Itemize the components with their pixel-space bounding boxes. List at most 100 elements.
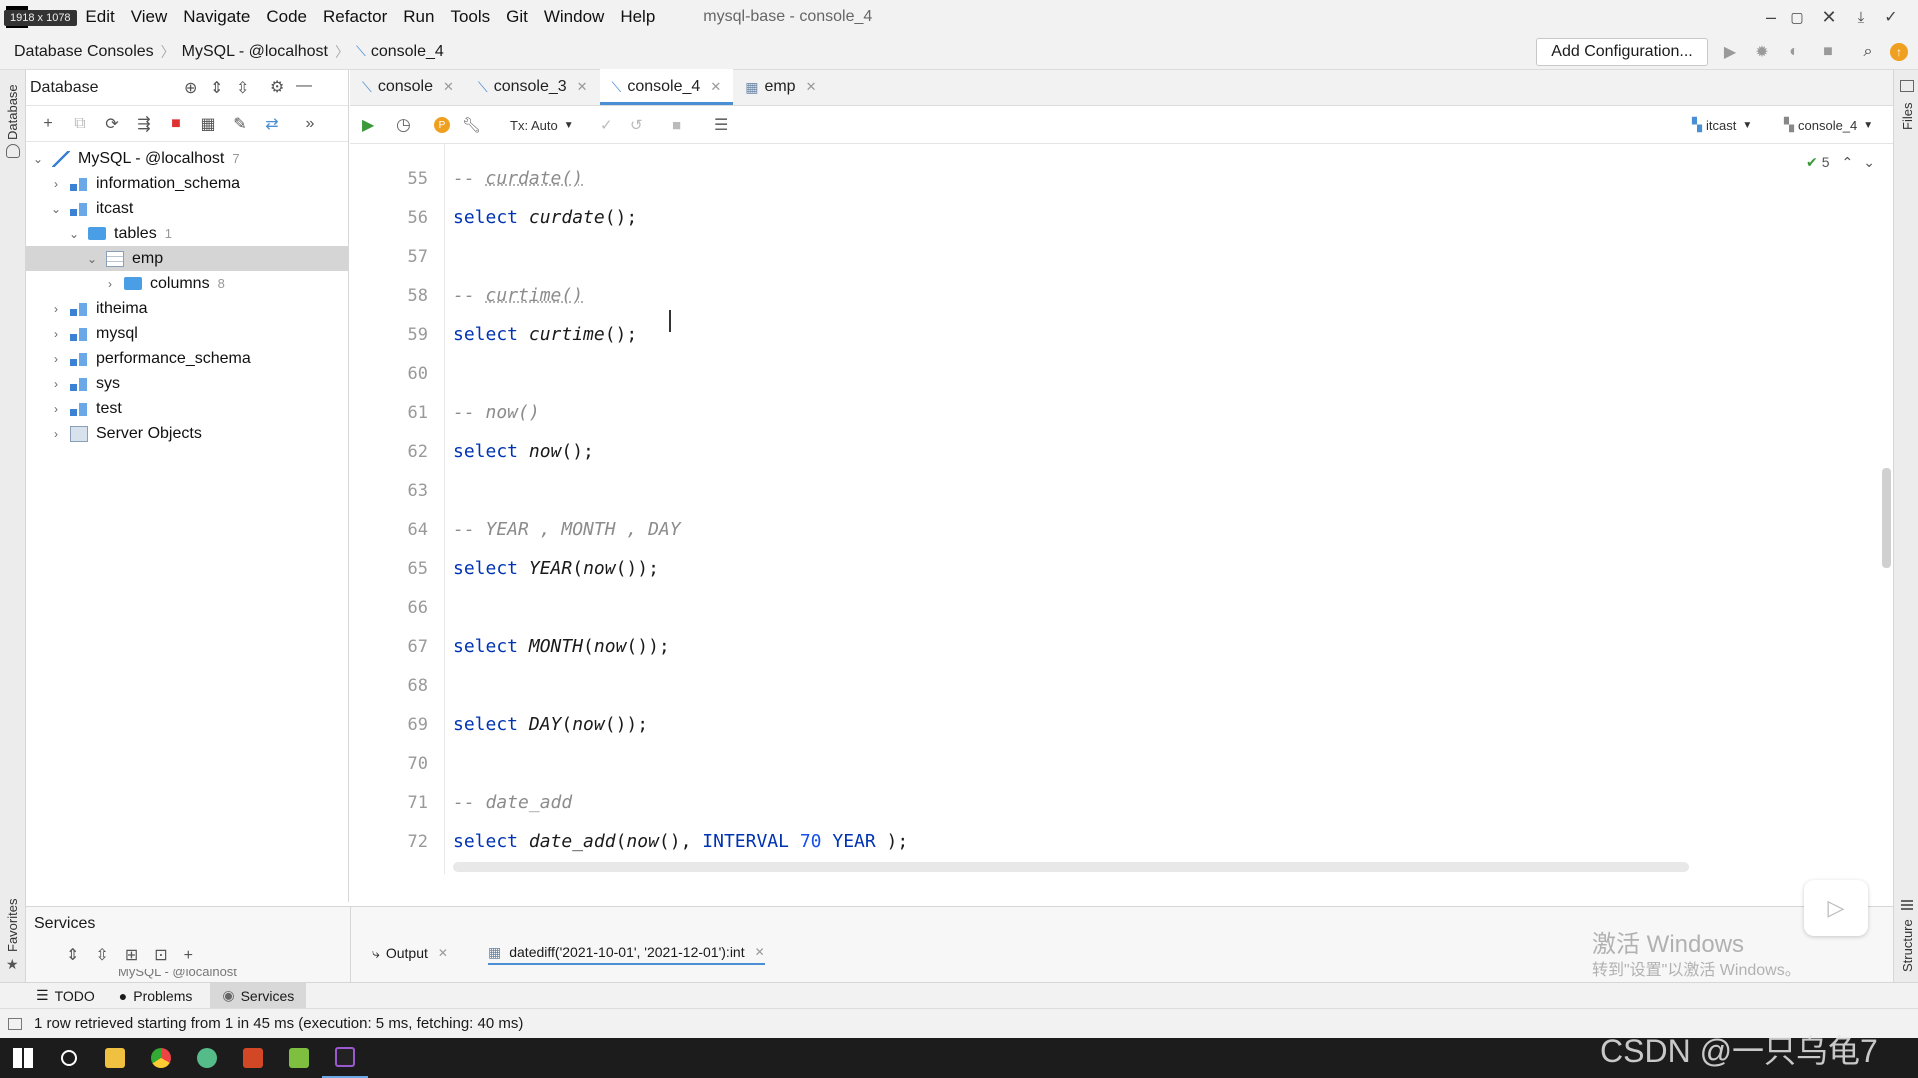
chevron-down-icon[interactable]: ⌄ [84,252,100,266]
menu-window[interactable]: Window [536,0,612,34]
tree-node-sys[interactable]: › sys [26,371,348,396]
tree-node-test[interactable]: › test [26,396,348,421]
menu-view[interactable]: View [123,0,176,34]
add-icon[interactable]: + [32,112,64,136]
duplicate-icon[interactable]: ⧉ [64,112,96,136]
chevron-right-icon[interactable]: › [48,377,64,391]
collapse-all-icon[interactable]: ⇳ [236,78,249,98]
table-icon[interactable]: ▦ [192,112,224,136]
services-tab-result[interactable]: ▦ datediff('2021-10-01', '2021-12-01'):in… [488,941,765,965]
close-tab-icon[interactable]: ✕ [806,79,817,95]
tool-tab-todo[interactable]: ☰ TODO [36,987,95,1004]
datagrip-icon[interactable] [322,1038,368,1078]
tree-node-information-schema[interactable]: › information_schema [26,171,348,196]
chevron-down-icon[interactable]: ⌄ [30,152,46,166]
tree-node-emp[interactable]: ⌄ emp [26,246,348,271]
cancel-icon[interactable]: ■ [672,115,681,135]
inspection-widget[interactable]: ✔ 5 ⌃ ⌄ [1806,152,1875,172]
services-tree-item[interactable]: MySQL - @localhost [118,969,237,981]
expand-all-icon[interactable]: ⇕ [66,947,95,964]
menu-refactor[interactable]: Refactor [315,0,395,34]
expand-all-icon[interactable]: ⇕ [210,78,223,98]
chevron-down-icon[interactable]: ⌄ [66,227,82,241]
run-icon[interactable]: ▶ [1720,42,1740,62]
database-tool-tab[interactable]: Database [5,84,20,140]
code-editor[interactable]: -- curdate() select curdate(); -- curtim… [453,144,1873,874]
windows-start-icon[interactable] [0,1038,46,1078]
add-configuration-button[interactable]: Add Configuration... [1536,38,1708,66]
chevron-right-icon[interactable]: › [48,177,64,191]
chevron-down-icon[interactable]: ⌄ [1863,154,1875,171]
structure-tool-tab[interactable]: Structure [1900,919,1915,972]
tree-node-tables[interactable]: ⌄ tables 1 [26,221,348,246]
breadcrumb-database-consoles[interactable]: Database Consoles [14,43,154,61]
tab-emp[interactable]: ▦ emp ✕ [733,69,828,105]
commit-icon[interactable]: ✓ [600,115,613,135]
hide-panel-icon[interactable]: — [296,77,312,95]
history-icon[interactable]: ◷ [396,115,411,135]
menu-git[interactable]: Git [498,0,536,34]
tree-node-itcast[interactable]: ⌄ itcast [26,196,348,221]
edit-icon[interactable]: ✎ [224,112,256,136]
services-toolbar-icons[interactable]: ⇕⇳⊞⊡+ [66,945,209,965]
close-tab-icon[interactable]: ✕ [443,79,454,95]
chrome-icon[interactable] [138,1038,184,1078]
search-icon[interactable] [46,1038,92,1078]
menu-code[interactable]: Code [258,0,315,34]
chevron-down-icon[interactable]: ⌄ [48,202,64,216]
video-player-icon[interactable]: ▷ [1804,880,1868,936]
breadcrumb-console-4[interactable]: console_4 [371,43,444,61]
coverage-icon[interactable]: ◐ [1784,42,1804,62]
horizontal-scrollbar[interactable] [453,862,1689,872]
layout-icon[interactable] [8,1017,22,1030]
chevron-right-icon[interactable]: › [48,302,64,316]
refresh-icon[interactable]: ⟳ [96,112,128,136]
menu-tools[interactable]: Tools [442,0,498,34]
chevron-right-icon[interactable]: › [48,327,64,341]
update-icon[interactable]: ↑ [1890,43,1908,61]
powerpoint-icon[interactable] [230,1038,276,1078]
tree-node-server-objects[interactable]: › Server Objects [26,421,348,446]
schemas-icon[interactable]: ⇶ [128,112,160,136]
tree-node-performance-schema[interactable]: › performance_schema [26,346,348,371]
chevron-right-icon[interactable]: › [48,427,64,441]
vertical-scrollbar[interactable] [1882,468,1891,568]
file-explorer-icon[interactable] [92,1038,138,1078]
tree-node-columns[interactable]: › columns 8 [26,271,348,296]
explain-plan-icon[interactable]: P [434,117,450,133]
collapse-all-icon[interactable]: ⇳ [95,947,124,964]
tab-console[interactable]: ⟍ console ✕ [350,69,466,105]
check-icon[interactable]: ✓ [1868,0,1914,34]
menu-run[interactable]: Run [395,0,442,34]
close-tab-icon[interactable]: ✕ [755,945,765,959]
chevron-right-icon[interactable]: › [102,277,118,291]
execute-icon[interactable]: ▶ [362,115,374,135]
services-tab-output[interactable]: ⤷ Output ✕ [372,941,448,965]
disconnect-icon[interactable]: ■ [160,112,192,136]
app-icon[interactable] [184,1038,230,1078]
tree-node-mysql[interactable]: › mysql [26,321,348,346]
favorites-tool-tab[interactable]: Favorites [5,899,20,952]
output-settings-icon[interactable]: ☰ [714,115,728,135]
chevron-right-icon[interactable]: › [48,402,64,416]
tool-tab-problems[interactable]: ● Problems [119,988,193,1004]
new-service-icon[interactable]: ⊡ [154,947,183,964]
group-icon[interactable]: ⊞ [125,947,154,964]
gear-icon[interactable]: ⚙ [270,77,284,97]
menu-navigate[interactable]: Navigate [175,0,258,34]
tab-console-4[interactable]: ⟍ console_4 ✕ [599,69,734,105]
wrench-icon[interactable]: 🔧︎ [462,115,481,135]
close-tab-icon[interactable]: ✕ [438,946,448,960]
search-icon[interactable]: ⌕ [1858,42,1878,62]
more-icon[interactable]: » [294,112,326,136]
debug-icon[interactable]: ✹ [1752,42,1772,62]
breadcrumb-mysql-localhost[interactable]: MySQL - @localhost [182,43,328,61]
session-selector[interactable]: ▚ console_4 ▼ [1784,115,1873,135]
tree-node-itheima[interactable]: › itheima [26,296,348,321]
jump-to-console-icon[interactable]: ⇄ [256,112,288,136]
tab-console-3[interactable]: ⟍ console_3 ✕ [466,69,600,105]
menu-help[interactable]: Help [612,0,663,34]
tool-tab-services[interactable]: ◉ Services [210,983,307,1008]
notepad-icon[interactable] [276,1038,322,1078]
add-icon[interactable]: + [184,947,209,964]
